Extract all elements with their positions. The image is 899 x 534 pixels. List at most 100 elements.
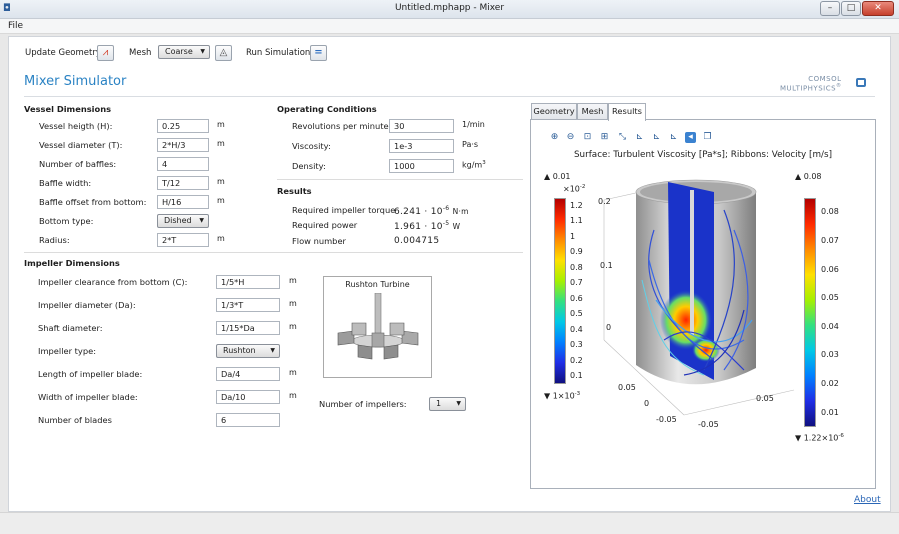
view-default-icon[interactable]: ⤡: [617, 132, 628, 143]
about-link[interactable]: About: [854, 495, 881, 505]
operating-value: 1000: [394, 161, 415, 171]
impeller-label: Impeller clearance from bottom (C):: [38, 277, 188, 287]
colorbar-tick-label: 0.8: [570, 262, 583, 272]
z-axis-tick: 0.2: [598, 197, 611, 206]
y-axis-tick: 0.05: [756, 394, 774, 403]
view-xy-icon[interactable]: ⊾: [634, 132, 645, 143]
vessel-label: Bottom type:: [39, 216, 94, 226]
mesh-select[interactable]: Coarse ▼: [158, 45, 210, 59]
operating-field[interactable]: 1000: [389, 159, 454, 173]
brand-line-2: MULTIPHYSICS: [780, 84, 837, 93]
torque-label: Required impeller torque: [292, 205, 396, 215]
impeller-select[interactable]: Rushton ▼: [216, 344, 280, 358]
number-of-impellers-select[interactable]: 1 ▼: [429, 397, 466, 411]
impeller-value: 6: [221, 415, 227, 425]
tab-results[interactable]: Results: [608, 103, 646, 121]
chevron-down-icon: ▼: [199, 217, 204, 224]
view-yz-icon[interactable]: ⊾: [651, 132, 662, 143]
impeller-field[interactable]: 1/5*H: [216, 275, 280, 289]
colorbar-tick-label: 0.08: [821, 207, 839, 217]
zoom-box-icon[interactable]: ⊡: [582, 132, 593, 143]
x-axis-tick: 0: [644, 399, 649, 408]
z-axis-tick: 0: [606, 323, 611, 332]
impeller-unit: m: [289, 322, 297, 331]
view-zx-icon[interactable]: ⊾: [668, 132, 679, 143]
vessel-field[interactable]: H/16: [157, 195, 209, 209]
vessel-value: T/12: [162, 178, 181, 188]
colorbar-tick-label: 0.06: [821, 264, 839, 274]
vessel-field[interactable]: T/12: [157, 176, 209, 190]
impeller-label: Number of blades: [38, 415, 112, 425]
colorbar-tick-label: 0.04: [821, 321, 839, 331]
zoom-extents-icon[interactable]: ⊞: [599, 132, 610, 143]
tab-mesh[interactable]: Mesh: [577, 103, 608, 120]
image-snapshot-icon[interactable]: ❐: [702, 132, 713, 143]
brand-mark: ®: [836, 83, 842, 89]
toolbar: Update Geometry ⩘ Mesh Coarse ▼ ◬ Run Si…: [8, 36, 891, 66]
power-value: 1.961 · 10-5 W: [394, 220, 461, 232]
window-title: Untitled.mphapp - Mixer: [394, 3, 505, 13]
operating-label: Density:: [292, 161, 326, 171]
colorbar-tick-label: 0.5: [570, 309, 583, 319]
impeller-field[interactable]: 6: [216, 413, 280, 427]
minimize-button[interactable]: –: [820, 1, 840, 16]
vessel-select[interactable]: Dished ▼: [157, 214, 209, 228]
plot-title: Surface: Turbulent Viscosity [Pa*s]; Rib…: [573, 150, 833, 160]
vessel-unit: m: [217, 120, 225, 129]
vessel-field[interactable]: 2*H/3: [157, 138, 209, 152]
impeller-field[interactable]: Da/10: [216, 390, 280, 404]
geometry-icon: ⩘: [102, 47, 109, 58]
menu-file[interactable]: File: [8, 21, 23, 31]
status-bar: [0, 512, 899, 534]
impeller-field[interactable]: 1/3*T: [216, 298, 280, 312]
impeller-field[interactable]: 1/15*Da: [216, 321, 280, 335]
colorbar-tick-label: 0.7: [570, 278, 583, 288]
zoom-out-icon[interactable]: ⊖: [565, 132, 576, 143]
mesh-label: Mesh: [129, 48, 152, 58]
impeller-unit: m: [289, 276, 297, 285]
operating-unit: Pa·s: [462, 140, 479, 149]
left-colorbar-max: ▲ 0.01: [544, 172, 571, 181]
colorbar-tick-label: 0.9: [570, 247, 583, 257]
operating-label: Viscosity:: [292, 141, 331, 151]
impeller-field[interactable]: Da/4: [216, 367, 280, 381]
number-of-impellers-value: 1: [436, 399, 442, 408]
colorbar-tick-label: 0.02: [821, 379, 839, 389]
run-simulation-button[interactable]: =: [310, 45, 327, 61]
vessel-value: 2*T: [162, 235, 177, 245]
mesh-select-value: Coarse: [165, 47, 193, 56]
flow-number-value: 0.004715: [394, 236, 440, 246]
tab-geometry[interactable]: Geometry: [531, 103, 577, 120]
update-geometry-button[interactable]: ⩘: [97, 45, 114, 61]
close-button[interactable]: ✕: [862, 1, 894, 16]
right-colorbar: [804, 198, 816, 427]
operating-field[interactable]: 30: [389, 119, 454, 133]
vessel-value: 4: [162, 159, 168, 169]
torque-value: 6.241 · 10-6 N·m: [394, 205, 469, 217]
vessel-label: Baffle offset from bottom:: [39, 197, 147, 207]
number-of-impellers-label: Number of impellers:: [319, 399, 407, 409]
colorbar-tick-label: 0.1: [570, 371, 583, 381]
vessel-unit: m: [217, 177, 225, 186]
vessel-field[interactable]: 4: [157, 157, 209, 171]
left-colorbar-scale: ×10-2: [563, 184, 586, 194]
maximize-button[interactable]: □: [841, 1, 861, 16]
colorbar-tick-label: 0.01: [821, 407, 839, 417]
rushton-turbine-icon: [337, 293, 419, 360]
operating-divider: [277, 179, 523, 180]
zoom-in-icon[interactable]: ⊕: [549, 132, 560, 143]
menu-bar: File: [0, 19, 899, 34]
results-heading: Results: [277, 186, 312, 196]
vessel-field[interactable]: 2*T: [157, 233, 209, 247]
vessel-field[interactable]: 0.25: [157, 119, 209, 133]
operating-value: 1e-3: [394, 141, 413, 151]
build-mesh-button[interactable]: ◬: [215, 45, 232, 61]
impeller-value: 1/3*T: [221, 300, 244, 310]
colorbar-tick-label: 0.03: [821, 350, 839, 360]
colorbar-tick-label: 0.07: [821, 235, 839, 245]
chevron-down-icon: ▼: [456, 400, 461, 407]
colorbar-tick-label: 1: [570, 231, 576, 241]
brand-line-1: COMSOL: [808, 75, 842, 83]
operating-field[interactable]: 1e-3: [389, 139, 454, 153]
camera-icon[interactable]: ◂: [685, 132, 696, 143]
